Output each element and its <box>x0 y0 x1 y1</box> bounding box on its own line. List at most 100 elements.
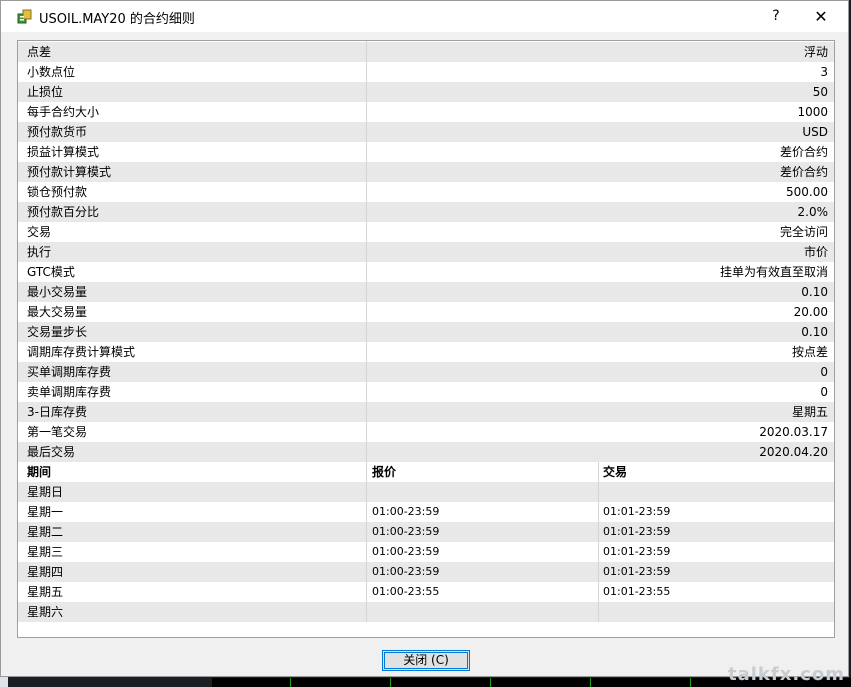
session-trade: 01:01-23:59 <box>603 545 671 558</box>
property-row[interactable]: 交易 完全访问 <box>18 222 834 242</box>
session-row[interactable]: 星期三 01:00-23:59 01:01-23:59 <box>18 542 834 562</box>
property-value: 0 <box>820 385 828 399</box>
session-row[interactable]: 星期二 01:00-23:59 01:01-23:59 <box>18 522 834 542</box>
session-trade: 01:01-23:59 <box>603 525 671 538</box>
property-row[interactable]: 止损位 50 <box>18 82 834 102</box>
header-trade: 交易 <box>603 465 628 479</box>
app-icon <box>17 8 33 24</box>
close-icon[interactable]: ✕ <box>806 1 836 32</box>
property-value: 0.10 <box>801 325 828 339</box>
column-divider <box>366 41 367 462</box>
property-row[interactable]: 执行 市价 <box>18 242 834 262</box>
property-row[interactable]: 卖单调期库存费 0 <box>18 382 834 402</box>
specification-table[interactable]: 点差 浮动 小数点位 3 止损位 50 每手合约大小 1000 预付款货币 USD 损益计算模式 差价… <box>17 40 835 638</box>
property-name: 每手合约大小 <box>27 105 100 119</box>
session-row[interactable]: 星期四 01:00-23:59 01:01-23:59 <box>18 562 834 582</box>
session-row[interactable]: 星期一 01:00-23:59 01:01-23:59 <box>18 502 834 522</box>
property-row[interactable]: GTC模式 挂单为有效直至取消 <box>18 262 834 282</box>
property-name: 预付款货币 <box>27 125 88 139</box>
property-name: 买单调期库存费 <box>27 365 112 379</box>
session-day: 星期五 <box>27 585 64 599</box>
property-row[interactable]: 最后交易 2020.04.20 <box>18 442 834 462</box>
session-quote: 01:00-23:59 <box>372 505 440 518</box>
session-day: 星期四 <box>27 565 64 579</box>
property-value: 差价合约 <box>779 165 828 179</box>
property-name: 3-日库存费 <box>27 405 87 419</box>
sessions-header: 期间 报价 交易 <box>18 462 834 482</box>
property-row[interactable]: 3-日库存费 星期五 <box>18 402 834 422</box>
session-quote: 01:00-23:59 <box>372 525 440 538</box>
property-name: 小数点位 <box>27 65 76 79</box>
property-value: 2.0% <box>797 205 829 219</box>
column-divider <box>366 462 367 622</box>
session-day: 星期二 <box>27 525 64 539</box>
property-row[interactable]: 预付款计算模式 差价合约 <box>18 162 834 182</box>
property-value: 浮动 <box>803 45 828 59</box>
property-row[interactable]: 预付款货币 USD <box>18 122 834 142</box>
session-row[interactable]: 星期日 <box>18 482 834 502</box>
property-row[interactable]: 交易量步长 0.10 <box>18 322 834 342</box>
property-value: 0 <box>820 365 828 379</box>
window-title: USOIL.MAY20 的合约细则 <box>39 12 195 27</box>
property-value: 完全访问 <box>779 225 828 239</box>
property-name: 止损位 <box>27 85 64 99</box>
session-day: 星期一 <box>27 505 64 519</box>
property-name: 第一笔交易 <box>27 425 88 439</box>
header-period: 期间 <box>27 465 52 479</box>
session-quote: 01:00-23:59 <box>372 545 440 558</box>
property-name: 调期库存费计算模式 <box>27 345 136 359</box>
property-value: 0.10 <box>801 285 828 299</box>
session-quote: 01:00-23:59 <box>372 565 440 578</box>
property-name: 损益计算模式 <box>27 145 100 159</box>
property-value: 50 <box>812 85 828 99</box>
close-button[interactable]: 关闭 (C) <box>382 650 470 671</box>
property-name: 锁仓预付款 <box>27 185 88 199</box>
title-bar: USOIL.MAY20 的合约细则 ? ✕ <box>1 1 848 32</box>
header-quote: 报价 <box>372 465 397 479</box>
session-row[interactable]: 星期六 <box>18 602 834 622</box>
session-day: 星期三 <box>27 545 64 559</box>
property-row[interactable]: 锁仓预付款 500.00 <box>18 182 834 202</box>
property-name: 最大交易量 <box>27 305 88 319</box>
property-row[interactable]: 调期库存费计算模式 按点差 <box>18 342 834 362</box>
property-name: 交易量步长 <box>27 325 88 339</box>
property-row[interactable]: 每手合约大小 1000 <box>18 102 834 122</box>
property-value: 挂单为有效直至取消 <box>719 265 828 279</box>
property-value: 2020.04.20 <box>759 445 828 459</box>
property-row[interactable]: 损益计算模式 差价合约 <box>18 142 834 162</box>
session-quote: 01:00-23:55 <box>372 585 440 598</box>
property-value: 市价 <box>803 245 828 259</box>
property-row[interactable]: 点差 浮动 <box>18 42 834 62</box>
session-row[interactable]: 星期五 01:00-23:55 01:01-23:55 <box>18 582 834 602</box>
property-name: 最小交易量 <box>27 285 88 299</box>
session-trade: 01:01-23:59 <box>603 565 671 578</box>
property-name: 执行 <box>27 245 52 259</box>
property-row[interactable]: 预付款百分比 2.0% <box>18 202 834 222</box>
property-value: 星期五 <box>791 405 828 419</box>
property-name: 预付款计算模式 <box>27 165 112 179</box>
property-value: 2020.03.17 <box>759 425 828 439</box>
session-day: 星期日 <box>27 485 64 499</box>
session-trade: 01:01-23:55 <box>603 585 671 598</box>
property-row[interactable]: 最小交易量 0.10 <box>18 282 834 302</box>
property-value: 按点差 <box>791 345 828 359</box>
property-value: 差价合约 <box>779 145 828 159</box>
property-name: GTC模式 <box>27 265 75 279</box>
property-name: 交易 <box>27 225 52 239</box>
property-name: 点差 <box>27 45 52 59</box>
property-value: USD <box>802 125 828 139</box>
contract-specification-dialog: USOIL.MAY20 的合约细则 ? ✕ 点差 浮动小数点位 3 止损位 50 每手合约… <box>0 0 849 677</box>
property-row[interactable]: 小数点位 3 <box>18 62 834 82</box>
property-row[interactable]: 最大交易量 20.00 <box>18 302 834 322</box>
help-button[interactable]: ? <box>761 1 791 32</box>
watermark: talkfx.com <box>728 664 845 685</box>
property-value: 1000 <box>797 105 828 119</box>
property-name: 卖单调期库存费 <box>27 385 112 399</box>
property-value: 20.00 <box>793 305 828 319</box>
property-row[interactable]: 买单调期库存费 0 <box>18 362 834 382</box>
property-name: 预付款百分比 <box>27 205 100 219</box>
column-divider <box>598 462 599 622</box>
session-trade: 01:01-23:59 <box>603 505 671 518</box>
property-row[interactable]: 第一笔交易 2020.03.17 <box>18 422 834 442</box>
property-value: 500.00 <box>786 185 828 199</box>
